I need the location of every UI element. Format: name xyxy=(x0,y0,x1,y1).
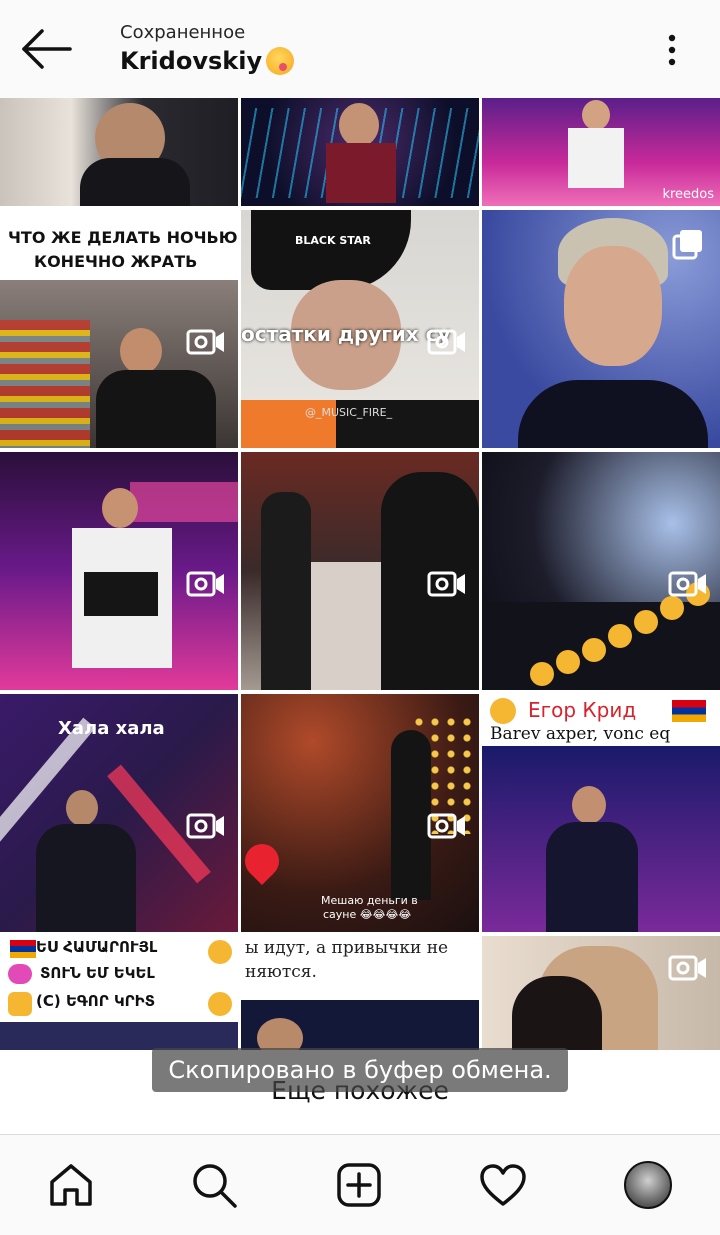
top-bar: Сохраненное Kridovskiy xyxy=(0,0,720,98)
video-camera-icon xyxy=(427,813,465,839)
pray-emoji-icon xyxy=(8,992,32,1016)
hair-shape xyxy=(512,976,602,1050)
person-silhouette xyxy=(102,488,138,528)
jacket-shape xyxy=(546,822,638,932)
jacket-shape xyxy=(36,824,136,932)
page-subtitle: Сохраненное xyxy=(120,22,246,43)
add-post-icon xyxy=(337,1163,381,1207)
grid-tile-8[interactable] xyxy=(241,452,479,690)
person-silhouette xyxy=(66,790,98,826)
page-title: Kridovskiy xyxy=(120,47,295,75)
corridor-floor xyxy=(301,562,381,690)
armenian-flag-icon xyxy=(672,700,706,722)
person-silhouette xyxy=(120,328,162,374)
grid-tile-2[interactable] xyxy=(241,98,479,206)
nav-search[interactable] xyxy=(186,1157,242,1213)
jacket-shape xyxy=(96,370,216,448)
tile-caption-line2: сауне 😂😂😂😂 xyxy=(323,908,412,921)
grid-tile-11[interactable]: Мешаю деньги в сауне 😂😂😂😂 xyxy=(241,694,479,932)
home-icon xyxy=(50,1164,92,1206)
person-silhouette xyxy=(339,103,379,147)
grid-tile-14[interactable]: ы идут, а привычки не няются. xyxy=(241,936,479,1050)
jacket-shape xyxy=(80,158,190,206)
grid-tile-3[interactable]: kreedos xyxy=(482,98,720,206)
person-silhouette xyxy=(391,730,431,900)
grid-tile-9[interactable] xyxy=(482,452,720,690)
grid-tile-10[interactable]: Хала хала xyxy=(0,694,238,932)
vest-shape xyxy=(84,572,158,616)
winking-tongue-emoji-icon xyxy=(266,47,295,75)
laugh-emoji-icon xyxy=(490,698,516,724)
video-camera-icon xyxy=(186,329,224,355)
saved-posts-grid: kreedos ЧТО ЖЕ ДЕЛАТЬ НОЧЬЮ КОНЕЧНО ЖРАТ… xyxy=(0,98,720,1050)
video-camera-icon xyxy=(427,329,465,355)
jacket-shape xyxy=(326,143,396,203)
vertical-dots-icon xyxy=(668,34,676,66)
armenian-flag-icon xyxy=(10,940,36,958)
nav-activity[interactable] xyxy=(475,1157,531,1213)
tile-caption-line2: няются. xyxy=(245,962,317,982)
cap-brand-text: BLACK STAR xyxy=(295,234,371,247)
tile-caption-line2: Barev axper, vonc eq xyxy=(490,724,671,744)
video-camera-icon xyxy=(186,571,224,597)
tile-username-tag: @_MUSIC_FIRE_ xyxy=(305,406,393,419)
face-shape xyxy=(564,246,662,366)
hearts-emoji-icon xyxy=(8,964,32,984)
profile-avatar xyxy=(624,1161,672,1209)
person-silhouette xyxy=(261,492,311,690)
video-camera-icon xyxy=(668,571,706,597)
heart-eyes-emoji-icon xyxy=(208,940,232,964)
bottom-navigation xyxy=(0,1134,720,1235)
tile-caption-line2: КОНЕЧНО ЖРАТЬ xyxy=(34,252,198,271)
collection-name: Kridovskiy xyxy=(120,47,263,75)
grid-tile-15[interactable] xyxy=(482,936,720,1050)
tile-caption-line1: ЧТО ЖЕ ДЕЛАТЬ НОЧЬЮ xyxy=(8,228,238,247)
carousel-icon xyxy=(672,230,702,260)
grid-tile-13[interactable]: ԵՍ ՀԱՄԱՐՈՒՅԼ ՏՈՒՆ ԵՄ ԵԿԵԼ (C) ԵԳՈՐ ԿՐԻՏ xyxy=(0,936,238,1050)
tile-caption-line1: ԵՍ ՀԱՄԱՐՈՒՅԼ xyxy=(36,938,158,956)
heart-sticker xyxy=(241,836,287,886)
watermark-text: kreedos xyxy=(662,187,714,202)
more-options-button[interactable] xyxy=(660,30,684,70)
black-cap xyxy=(251,210,411,290)
tile-caption-line1: Егор Крид xyxy=(528,698,637,722)
shirt-shape xyxy=(518,380,708,448)
grid-tile-7[interactable] xyxy=(0,452,238,690)
person-silhouette xyxy=(572,786,606,824)
search-icon xyxy=(193,1164,237,1208)
shirt-shape xyxy=(568,128,624,188)
back-button[interactable] xyxy=(18,26,74,72)
tile-caption-line1: ы идут, а привычки не xyxy=(245,938,449,958)
grid-tile-5[interactable]: BLACK STAR остатки других су @_MUSIC_FIR… xyxy=(241,210,479,448)
store-shelves xyxy=(0,320,90,448)
tile-overlay-text: остатки других су xyxy=(241,322,451,346)
video-camera-icon xyxy=(668,955,706,981)
person-silhouette xyxy=(257,1018,303,1050)
heart-icon xyxy=(480,1164,526,1206)
nav-new-post[interactable] xyxy=(331,1157,387,1213)
tile-caption-line1: Мешаю деньги в xyxy=(321,894,418,907)
person-silhouette xyxy=(582,100,610,130)
grid-tile-4[interactable]: ЧТО ЖЕ ДЕЛАТЬ НОЧЬЮ КОНЕЧНО ЖРАТЬ xyxy=(0,210,238,448)
nav-profile[interactable] xyxy=(620,1157,676,1213)
stage-light xyxy=(130,482,238,522)
grid-tile-12[interactable]: Егор Крид Barev axper, vonc eq xyxy=(482,694,720,932)
tile-caption-line3: (C) ԵԳՈՐ ԿՐԻՏ xyxy=(36,992,156,1010)
video-camera-icon xyxy=(186,813,224,839)
copied-toast: Скопировано в буфер обмена. xyxy=(152,1048,568,1092)
video-camera-icon xyxy=(427,571,465,597)
tile-caption-line2: ՏՈՒՆ ԵՄ ԵԿԵԼ xyxy=(40,964,155,982)
heart-eyes-emoji-icon xyxy=(208,992,232,1016)
arrow-left-icon xyxy=(22,29,72,69)
grid-tile-1[interactable] xyxy=(0,98,238,206)
grid-tile-6[interactable] xyxy=(482,210,720,448)
tile-overlay-text: Хала хала xyxy=(58,718,165,739)
nav-home[interactable] xyxy=(43,1157,99,1213)
